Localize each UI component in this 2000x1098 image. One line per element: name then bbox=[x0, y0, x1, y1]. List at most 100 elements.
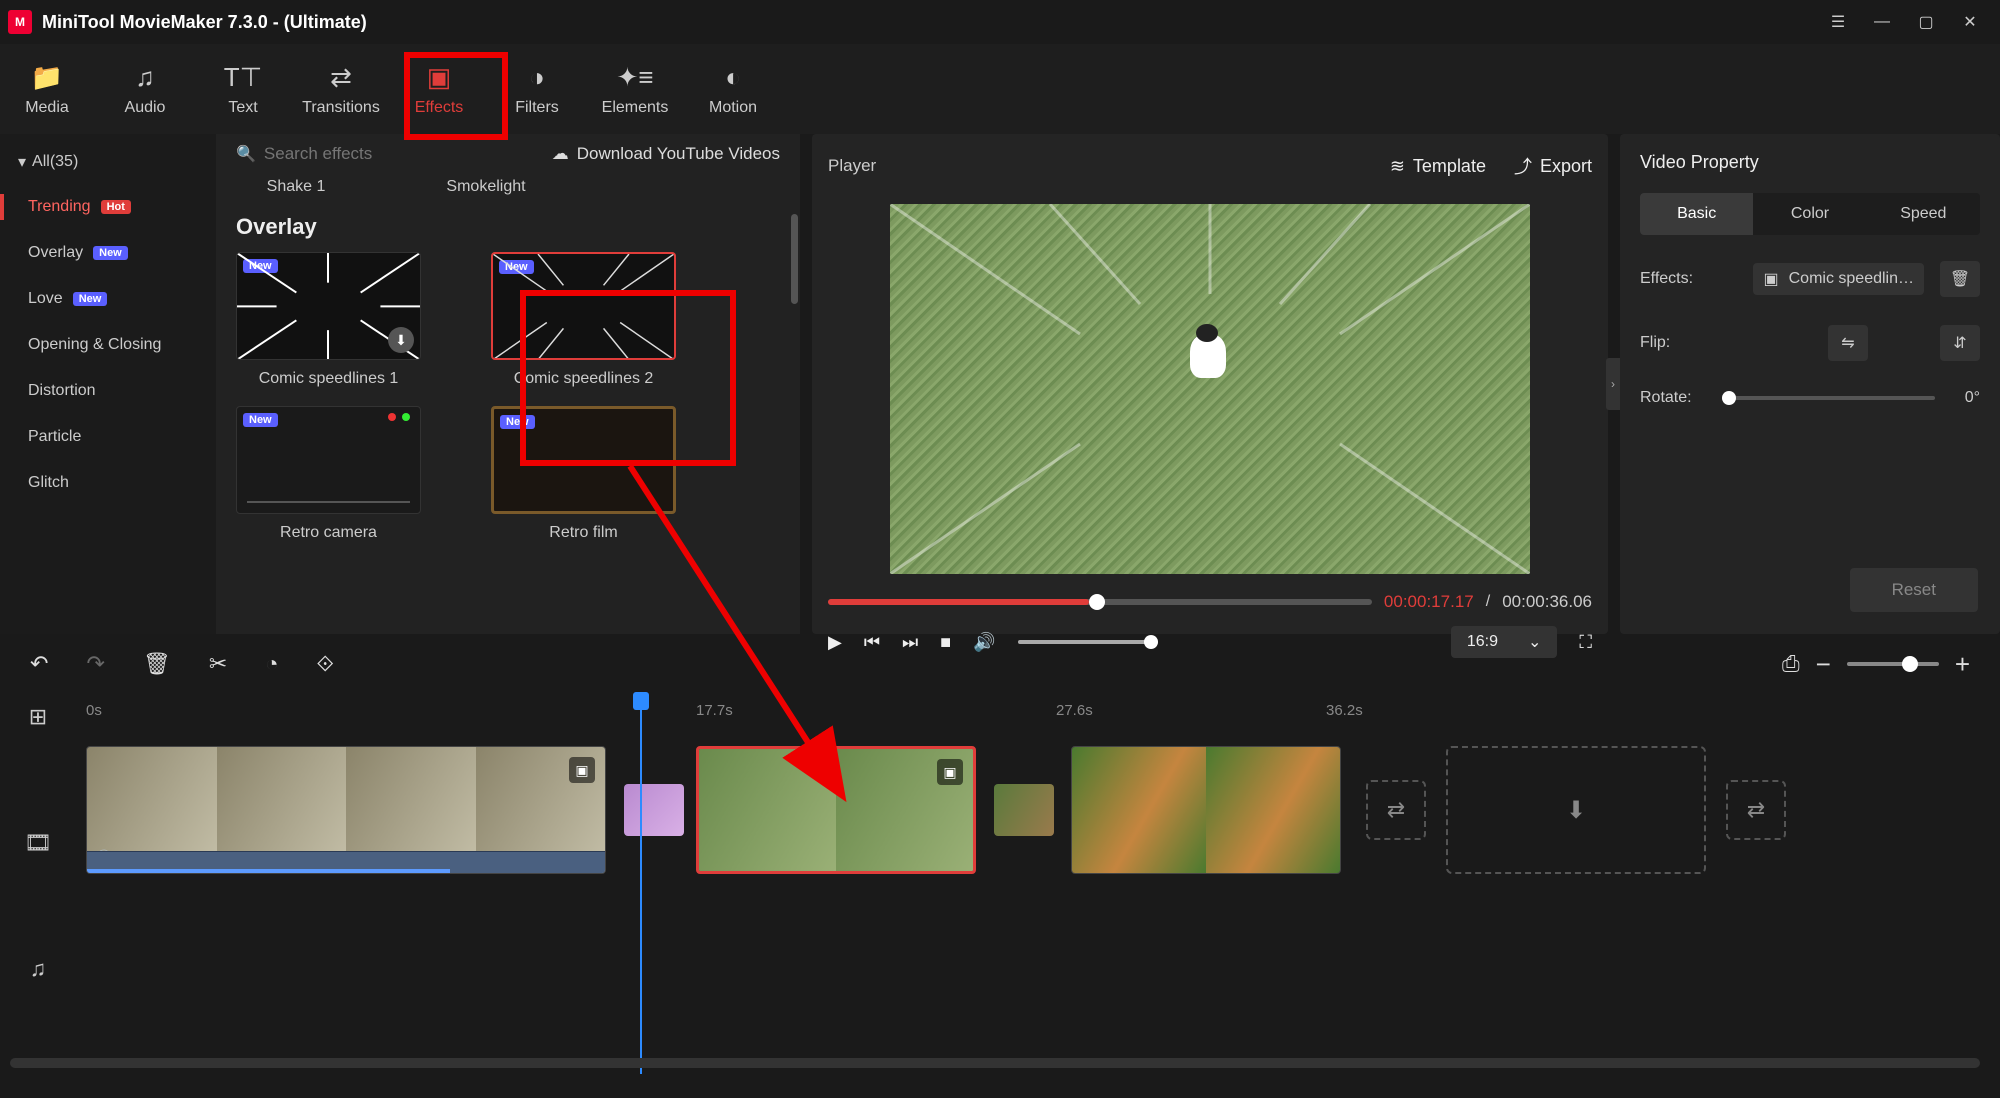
clip-effect-icon: ▣ bbox=[937, 759, 963, 785]
split-button[interactable]: ✂ bbox=[209, 651, 227, 677]
prev-frame-button[interactable]: ⏮ bbox=[864, 632, 880, 653]
chevron-down-icon: ⌄ bbox=[1528, 632, 1541, 652]
undo-button[interactable]: ↶ bbox=[30, 651, 48, 677]
preview-dog bbox=[1190, 334, 1226, 378]
maximize-button[interactable]: ▢ bbox=[1904, 2, 1948, 42]
clip-1[interactable]: 🔊 ▣ bbox=[86, 746, 606, 874]
fx-c2-label: Comic speedlines 2 bbox=[491, 370, 676, 388]
folder-icon: 📁 bbox=[31, 62, 63, 93]
fx-rf-label: Retro film bbox=[491, 524, 676, 542]
category-all[interactable]: ▾ All(35) bbox=[0, 140, 216, 184]
tab-text[interactable]: T⊤ Text bbox=[196, 52, 290, 126]
category-love[interactable]: LoveNew bbox=[0, 276, 216, 322]
clip-2-selected[interactable]: ▣ bbox=[696, 746, 976, 874]
minimize-button[interactable]: — bbox=[1860, 2, 1904, 42]
cat-opening-label: Opening & Closing bbox=[28, 336, 161, 354]
volume-icon[interactable]: 🔊 bbox=[973, 632, 995, 653]
transition-1[interactable] bbox=[624, 784, 684, 836]
close-button[interactable]: ✕ bbox=[1948, 2, 1992, 42]
play-button[interactable]: ▶ bbox=[828, 632, 842, 653]
badge-new: New bbox=[73, 292, 108, 306]
tab-basic[interactable]: Basic bbox=[1640, 193, 1753, 235]
zoom-out-button[interactable]: − bbox=[1816, 649, 1831, 680]
tab-effects[interactable]: ▣Effects bbox=[392, 52, 486, 126]
video-preview[interactable] bbox=[890, 204, 1530, 574]
volume-slider[interactable] bbox=[1018, 640, 1158, 644]
download-effect-icon[interactable]: ⬇ bbox=[388, 327, 414, 353]
video-track[interactable]: 🔊 ▣ ▣ ⇄ ⬇ ⇄ bbox=[76, 740, 2000, 880]
drop-placeholder[interactable]: ⬇ bbox=[1446, 746, 1706, 874]
tab-audio[interactable]: ♫Audio bbox=[98, 52, 192, 126]
delete-effect-button[interactable]: 🗑 bbox=[1940, 261, 1980, 297]
template-button[interactable]: ≋Template bbox=[1390, 156, 1486, 177]
category-trending[interactable]: TrendingHot bbox=[0, 184, 216, 230]
time-ruler[interactable]: 0s 17.7s 27.6s 36.2s bbox=[76, 694, 2000, 734]
tab-transitions[interactable]: ⇄Transitions bbox=[294, 52, 388, 126]
add-transition-button-2[interactable]: ⇄ bbox=[1726, 780, 1786, 840]
download-youtube-button[interactable]: ☁Download YouTube Videos bbox=[552, 144, 780, 164]
tab-filters[interactable]: ◑Filters bbox=[490, 52, 584, 126]
playhead[interactable] bbox=[640, 694, 642, 1074]
zoom-slider[interactable] bbox=[1847, 662, 1939, 666]
fx-comic-speedlines-1[interactable]: New ⬇ bbox=[236, 252, 421, 360]
crop-button[interactable]: ⟐ bbox=[317, 651, 334, 677]
category-list: ▾ All(35) TrendingHot OverlayNew LoveNew… bbox=[0, 134, 216, 634]
ruler-2: 27.6s bbox=[1056, 702, 1093, 719]
export-button[interactable]: ⤴Export bbox=[1514, 153, 1592, 179]
category-glitch[interactable]: Glitch bbox=[0, 460, 216, 506]
tab-color[interactable]: Color bbox=[1753, 193, 1866, 235]
timeline-scrollbar[interactable] bbox=[10, 1058, 1980, 1068]
scrollbar[interactable] bbox=[791, 214, 798, 304]
flip-horizontal-button[interactable]: ⇋ bbox=[1828, 325, 1868, 361]
panel-collapse-handle[interactable]: › bbox=[1606, 358, 1620, 410]
tab-media-label: Media bbox=[25, 99, 69, 117]
fx-comic-speedlines-2[interactable]: New bbox=[491, 252, 676, 360]
fx-retro-camera[interactable]: New bbox=[236, 406, 421, 514]
category-overlay[interactable]: OverlayNew bbox=[0, 230, 216, 276]
category-particle[interactable]: Particle bbox=[0, 414, 216, 460]
effects-browser: ▾ All(35) TrendingHot OverlayNew LoveNew… bbox=[0, 134, 800, 634]
template-label: Template bbox=[1413, 156, 1486, 177]
tab-motion[interactable]: ◐Motion bbox=[686, 52, 780, 126]
ruler-1: 17.7s bbox=[696, 702, 733, 719]
text-icon: T⊤ bbox=[224, 62, 263, 93]
next-frame-button[interactable]: ⏭ bbox=[902, 632, 918, 653]
snap-icon[interactable]: ⎙ bbox=[1782, 651, 1800, 677]
badge-new: New bbox=[500, 415, 535, 429]
transition-2[interactable] bbox=[994, 784, 1054, 836]
add-track-icon[interactable]: ⊞ bbox=[29, 704, 47, 730]
rotate-slider[interactable] bbox=[1722, 396, 1935, 400]
progress-knob[interactable] bbox=[1089, 594, 1105, 610]
badge-hot: Hot bbox=[101, 200, 131, 214]
badge-new: New bbox=[93, 246, 128, 260]
video-track-icon: 🎞 bbox=[24, 830, 52, 856]
clip-3[interactable] bbox=[1071, 746, 1341, 874]
progress-bar[interactable]: 00:00:17.17 / 00:00:36.06 bbox=[828, 592, 1592, 612]
effect-name: Comic speedlin… bbox=[1789, 270, 1914, 288]
fx-retro-film[interactable]: New bbox=[491, 406, 676, 514]
video-property-panel: › Video Property Basic Color Speed Effec… bbox=[1620, 134, 2000, 634]
reset-button[interactable]: Reset bbox=[1850, 568, 1978, 612]
tab-media[interactable]: 📁 Media bbox=[0, 52, 94, 126]
aspect-select[interactable]: 16:9⌄ bbox=[1451, 626, 1558, 658]
transition-icon: ⇄ bbox=[330, 62, 352, 93]
redo-button[interactable]: ↷ bbox=[86, 651, 104, 677]
tab-text-label: Text bbox=[228, 99, 257, 117]
hamburger-icon[interactable]: ☰ bbox=[1816, 2, 1860, 42]
flip-vertical-button[interactable]: ⇵ bbox=[1940, 325, 1980, 361]
fx-smokelight-label: Smokelight bbox=[426, 178, 546, 196]
applied-effect-chip[interactable]: ▣Comic speedlin… bbox=[1753, 263, 1924, 295]
add-transition-button[interactable]: ⇄ bbox=[1366, 780, 1426, 840]
zoom-in-button[interactable]: + bbox=[1955, 649, 1970, 680]
category-opening[interactable]: Opening & Closing bbox=[0, 322, 216, 368]
category-distortion[interactable]: Distortion bbox=[0, 368, 216, 414]
delete-button[interactable]: 🗑 bbox=[143, 651, 171, 677]
section-overlay-title: Overlay bbox=[236, 214, 780, 240]
search-input[interactable] bbox=[264, 144, 464, 164]
fullscreen-button[interactable]: ⛶ bbox=[1579, 632, 1592, 653]
stop-button[interactable]: ■ bbox=[940, 632, 951, 653]
search-icon: 🔍 bbox=[236, 144, 256, 164]
tab-elements[interactable]: ✦≡Elements bbox=[588, 52, 682, 126]
speed-button[interactable]: ◔ bbox=[265, 651, 278, 677]
tab-speed[interactable]: Speed bbox=[1867, 193, 1980, 235]
